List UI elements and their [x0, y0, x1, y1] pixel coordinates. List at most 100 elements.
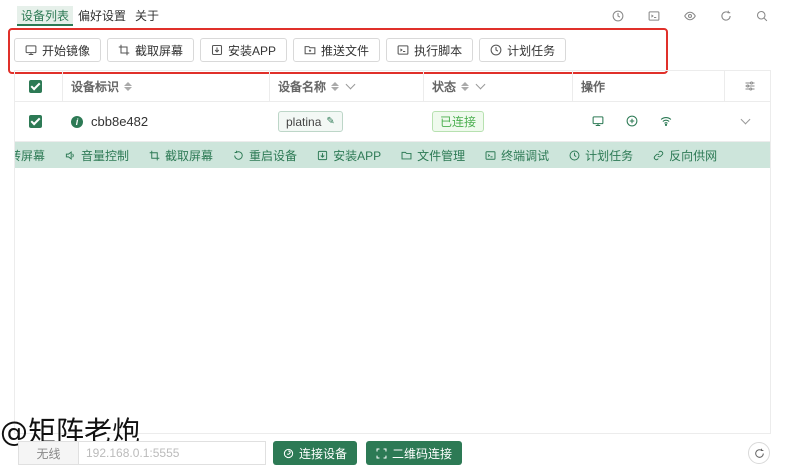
edit-icon[interactable]: ✎	[326, 116, 334, 127]
device-name-cell: platina ✎	[278, 102, 343, 141]
quick-restart-label: 重启设备	[249, 148, 298, 163]
status-badge: 已连接	[432, 111, 485, 132]
connect-device-label: 连接设备	[299, 446, 348, 461]
add-circle-icon[interactable]	[626, 115, 640, 129]
folder-icon	[304, 44, 316, 56]
terminal-icon[interactable]	[645, 7, 663, 25]
monitor-icon	[25, 44, 37, 56]
menu-device-list[interactable]: 设备列表	[17, 6, 74, 26]
select-all-checkbox[interactable]	[29, 79, 42, 93]
quick-reverse-tether-label: 反向供网	[669, 148, 718, 163]
quick-terminal-debug[interactable]: 终端调试	[485, 147, 549, 164]
run-script-button[interactable]: 执行脚本	[386, 38, 474, 62]
refresh-icon	[754, 448, 764, 458]
start-mirror-button[interactable]: 开始镜像	[14, 38, 102, 62]
eye-icon[interactable]	[681, 7, 699, 25]
link-icon	[653, 150, 664, 161]
row-select-cell	[29, 102, 42, 141]
row-checkbox[interactable]	[29, 115, 42, 128]
quick-rotate-label: 转屏幕	[15, 148, 46, 163]
quick-scheduled-task[interactable]: 计划任务	[569, 147, 633, 164]
screenshot-button[interactable]: 截取屏幕	[107, 38, 195, 62]
volume-icon	[65, 150, 76, 161]
push-file-label: 推送文件	[321, 43, 370, 58]
refresh-icon[interactable]	[717, 7, 735, 25]
folder-icon	[401, 150, 412, 161]
qr-connect-button[interactable]: 二维码连接	[366, 441, 463, 465]
quick-file-manager-label: 文件管理	[417, 148, 466, 163]
scheduled-task-button[interactable]: 计划任务	[479, 38, 567, 62]
quick-file-manager[interactable]: 文件管理	[401, 147, 465, 164]
scheduled-task-label: 计划任务	[507, 43, 556, 58]
column-divider	[269, 71, 270, 101]
sort-icon[interactable]	[331, 81, 340, 91]
restart-icon	[233, 150, 244, 161]
actions-cell	[592, 102, 694, 141]
filter-chevron-icon[interactable]	[345, 79, 356, 89]
run-script-label: 执行脚本	[414, 43, 463, 58]
quick-volume-label: 音量控制	[81, 148, 130, 163]
device-name-value: platina	[286, 114, 322, 129]
status-cell: 已连接	[432, 102, 485, 141]
device-id-cell: i cbb8e482	[71, 102, 148, 141]
quick-restart-device[interactable]: 重启设备	[233, 147, 297, 164]
menu-preferences[interactable]: 偏好设置	[74, 6, 130, 26]
sort-icon[interactable]	[124, 81, 133, 91]
action-toolbar: 开始镜像 截取屏幕 安装APP 推送文件 执行脚本 计划任务	[14, 38, 567, 62]
start-mirror-label: 开始镜像	[42, 43, 91, 58]
quick-scheduled-label: 计划任务	[585, 148, 634, 163]
header-status[interactable]: 状态	[432, 71, 486, 101]
column-divider	[724, 71, 725, 101]
screenshot-label: 截取屏幕	[135, 43, 184, 58]
header-device-id-label: 设备标识	[71, 79, 120, 94]
quick-screenshot[interactable]: 截取屏幕	[149, 147, 213, 164]
search-icon[interactable]	[753, 7, 771, 25]
wifi-icon[interactable]	[660, 115, 674, 129]
crop-icon	[118, 44, 130, 56]
quick-volume-control[interactable]: 音量控制	[65, 147, 129, 164]
menu-about[interactable]: 关于	[131, 6, 163, 26]
quick-terminal-label: 终端调试	[501, 148, 550, 163]
column-divider	[572, 71, 573, 101]
refresh-devices-button[interactable]	[748, 442, 770, 464]
qr-connect-label: 二维码连接	[392, 446, 453, 461]
quick-rotate-screen[interactable]: 转屏幕	[15, 147, 45, 164]
clock-icon	[569, 150, 580, 161]
table-header: 设备标识 设备名称 状态 操作	[15, 71, 770, 102]
terminal-icon	[397, 44, 409, 56]
quick-screenshot-label: 截取屏幕	[165, 148, 214, 163]
expand-chevron-icon[interactable]	[740, 114, 751, 125]
quick-reverse-tether[interactable]: 反向供网	[653, 147, 717, 164]
connect-device-button[interactable]: 连接设备	[273, 441, 358, 465]
crop-icon	[149, 150, 160, 161]
info-icon[interactable]: i	[71, 115, 83, 128]
column-divider	[423, 71, 424, 101]
terminal-icon	[485, 150, 496, 161]
main-menu: 设备列表 偏好设置 关于	[17, 6, 164, 26]
device-address-input[interactable]	[78, 441, 266, 465]
header-device-name[interactable]: 设备名称	[278, 71, 356, 101]
clock-icon[interactable]	[609, 7, 627, 25]
header-status-label: 状态	[432, 79, 457, 94]
link-icon	[283, 448, 294, 459]
quick-install-app[interactable]: 安装APP	[317, 147, 381, 164]
header-device-name-label: 设备名称	[278, 79, 327, 94]
install-app-button[interactable]: 安装APP	[200, 38, 288, 62]
sort-icon[interactable]	[461, 81, 470, 91]
device-name-tag[interactable]: platina ✎	[278, 111, 343, 132]
select-all-cell	[29, 71, 42, 101]
install-app-label: 安装APP	[228, 43, 277, 58]
table-row[interactable]: i cbb8e482 platina ✎ 已连接	[15, 102, 770, 142]
mirror-monitor-icon[interactable]	[592, 115, 606, 129]
expand-cell	[740, 102, 751, 141]
header-device-id[interactable]: 设备标识	[71, 71, 133, 101]
clock-icon	[490, 44, 502, 56]
qr-scan-icon	[376, 448, 387, 459]
header-actions: 操作	[581, 71, 605, 101]
quick-install-label: 安装APP	[333, 148, 382, 163]
sliders-icon[interactable]	[741, 77, 759, 95]
top-icon-group	[609, 7, 771, 25]
push-file-button[interactable]: 推送文件	[293, 38, 381, 62]
filter-chevron-icon[interactable]	[475, 79, 486, 89]
install-icon	[317, 150, 328, 161]
